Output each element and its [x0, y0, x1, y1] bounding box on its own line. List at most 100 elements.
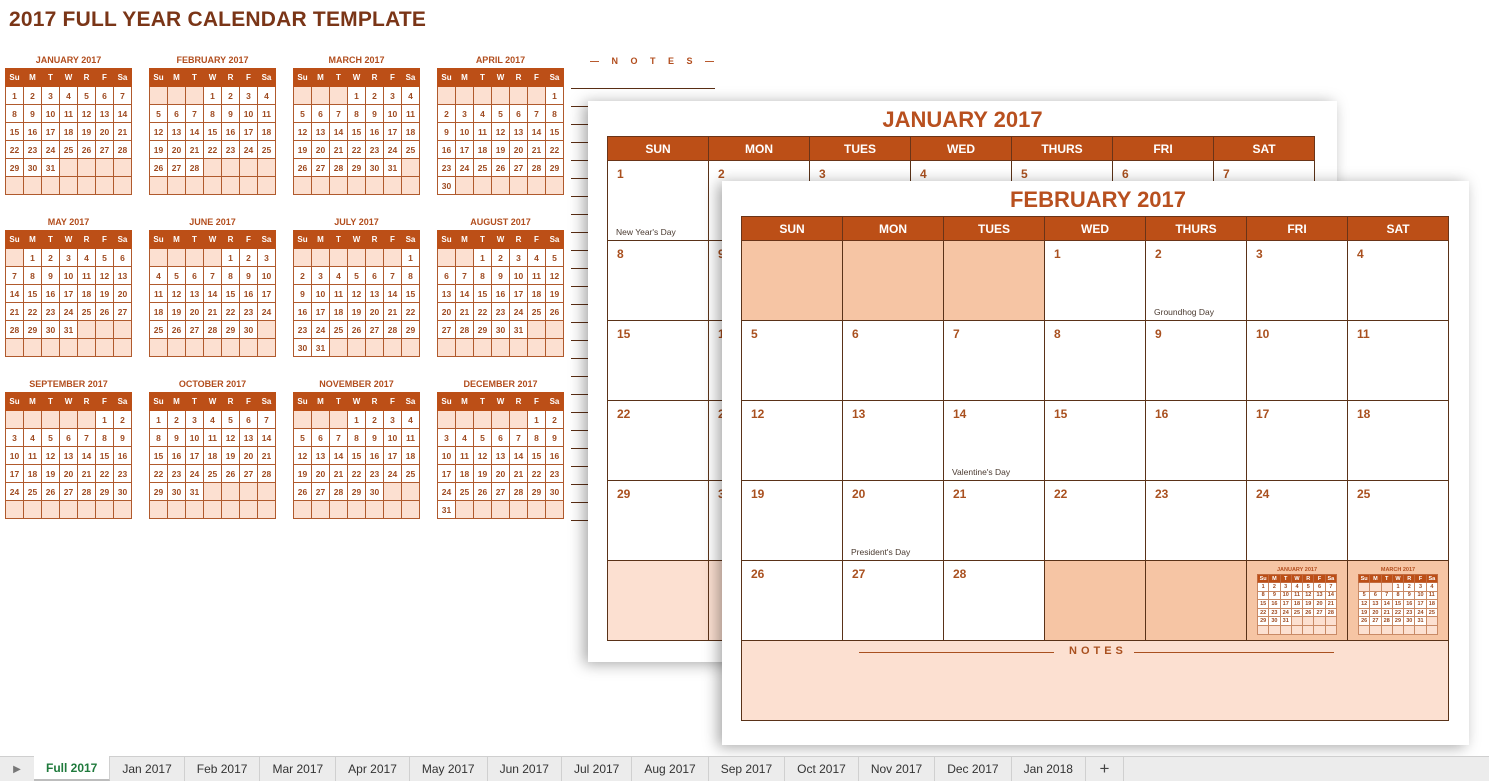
day-cell[interactable]: 23 [1268, 607, 1281, 618]
empty-day-cell[interactable] [545, 338, 564, 357]
empty-day-cell[interactable] [329, 176, 348, 195]
day-cell[interactable]: 2 [365, 410, 384, 429]
day-cell[interactable]: 30 [293, 338, 312, 357]
day-cell[interactable]: 15 [95, 446, 114, 465]
day-cell[interactable]: 23 [23, 140, 42, 159]
day-cell[interactable]: 11 [1347, 320, 1449, 401]
empty-day-cell[interactable] [239, 176, 258, 195]
day-cell[interactable]: 26 [545, 302, 564, 321]
empty-day-cell[interactable] [491, 86, 510, 105]
empty-day-cell[interactable] [401, 500, 420, 519]
day-cell[interactable]: 23 [491, 302, 510, 321]
day-cell[interactable]: 3 [383, 410, 402, 429]
day-cell[interactable]: 10 [383, 104, 402, 123]
day-cell[interactable]: 8 [607, 240, 709, 321]
day-cell[interactable]: 15 [5, 122, 24, 141]
empty-day-cell[interactable] [527, 320, 546, 339]
day-cell[interactable]: 13 [239, 428, 258, 447]
day-cell[interactable]: 13 [95, 104, 114, 123]
day-cell[interactable]: 25 [59, 140, 78, 159]
day-cell[interactable]: 18 [23, 464, 42, 483]
day-cell[interactable]: 30 [113, 482, 132, 501]
empty-day-cell[interactable] [203, 248, 222, 267]
empty-day-cell[interactable] [509, 338, 528, 357]
day-cell[interactable]: 17 [509, 284, 528, 303]
day-cell[interactable]: 2 [293, 266, 312, 285]
day-cell[interactable]: 5 [1302, 582, 1315, 592]
day-cell[interactable]: 20 [167, 140, 186, 159]
day-cell[interactable]: 4 [77, 248, 96, 267]
day-cell[interactable]: 17 [383, 446, 402, 465]
day-cell[interactable]: 27 [311, 482, 330, 501]
day-cell[interactable]: 29 [401, 320, 420, 339]
day-cell[interactable]: 9 [365, 104, 384, 123]
day-cell[interactable]: 12 [293, 446, 312, 465]
empty-day-cell[interactable] [311, 410, 330, 429]
day-cell[interactable]: 13 [113, 266, 132, 285]
day-cell[interactable]: 21 [383, 302, 402, 321]
sheet-tab-jul-2017[interactable]: Jul 2017 [562, 757, 633, 781]
day-cell[interactable]: 25 [329, 320, 348, 339]
day-cell[interactable]: 20 [491, 464, 510, 483]
day-cell[interactable]: 29 [607, 480, 709, 561]
day-cell[interactable]: 8 [23, 266, 42, 285]
sheet-tab-jan-2018[interactable]: Jan 2018 [1012, 757, 1086, 781]
day-cell[interactable]: 9 [545, 428, 564, 447]
empty-day-cell[interactable] [545, 500, 564, 519]
day-cell[interactable]: 5 [741, 320, 843, 401]
day-cell[interactable]: 24 [509, 302, 528, 321]
empty-day-cell[interactable] [95, 176, 114, 195]
day-cell[interactable]: 23 [167, 464, 186, 483]
day-cell[interactable]: 21 [77, 464, 96, 483]
empty-day-cell[interactable] [257, 320, 276, 339]
day-cell[interactable]: 7 [329, 428, 348, 447]
empty-day-cell[interactable] [203, 158, 222, 177]
day-cell[interactable]: 17 [383, 122, 402, 141]
empty-day-cell[interactable] [221, 176, 240, 195]
empty-day-cell[interactable] [239, 158, 258, 177]
day-cell[interactable]: 29 [347, 482, 366, 501]
day-cell[interactable]: 5 [545, 248, 564, 267]
day-cell[interactable]: 31 [41, 158, 60, 177]
day-cell[interactable]: 4 [1290, 582, 1304, 592]
day-cell[interactable]: 25 [77, 302, 96, 321]
day-cell[interactable]: 14 [329, 446, 348, 465]
day-cell[interactable]: 24 [455, 158, 474, 177]
day-cell[interactable]: 18 [473, 140, 492, 159]
day-cell[interactable]: 4 [401, 86, 420, 105]
empty-day-cell[interactable] [149, 248, 168, 267]
day-cell[interactable]: 7 [527, 104, 546, 123]
day-cell[interactable]: 2 [41, 248, 60, 267]
day-cell[interactable]: 19 [77, 122, 96, 141]
empty-day-cell[interactable] [239, 338, 258, 357]
day-cell[interactable]: 1 [221, 248, 240, 267]
day-cell[interactable]: 21 [185, 140, 204, 159]
empty-day-cell[interactable] [527, 338, 546, 357]
empty-day-cell[interactable] [239, 500, 258, 519]
empty-day-cell[interactable] [41, 338, 60, 357]
empty-day-cell[interactable] [1302, 624, 1315, 635]
empty-day-cell[interactable] [95, 500, 114, 519]
empty-day-cell[interactable] [293, 176, 312, 195]
day-cell[interactable]: 17 [59, 284, 78, 303]
day-cell[interactable]: 11 [473, 122, 492, 141]
empty-day-cell[interactable] [329, 410, 348, 429]
day-cell[interactable]: 16 [545, 446, 564, 465]
day-cell[interactable]: 30 [365, 482, 384, 501]
day-cell[interactable]: 6 [311, 104, 330, 123]
empty-day-cell[interactable] [365, 176, 384, 195]
day-cell[interactable]: 5 [77, 86, 96, 105]
day-cell[interactable]: 30 [239, 320, 258, 339]
day-cell[interactable]: 8 [1391, 590, 1405, 601]
empty-day-cell[interactable] [5, 338, 24, 357]
empty-day-cell[interactable] [473, 86, 492, 105]
day-cell[interactable]: 2 [239, 248, 258, 267]
day-cell[interactable]: 18 [1347, 400, 1449, 481]
day-cell[interactable]: 28 [203, 320, 222, 339]
day-cell[interactable]: 18 [59, 122, 78, 141]
empty-day-cell[interactable] [5, 410, 24, 429]
day-cell[interactable]: 26 [221, 464, 240, 483]
day-cell[interactable]: 2 [545, 410, 564, 429]
day-cell[interactable]: 27 [167, 158, 186, 177]
day-cell[interactable]: 27 [365, 320, 384, 339]
